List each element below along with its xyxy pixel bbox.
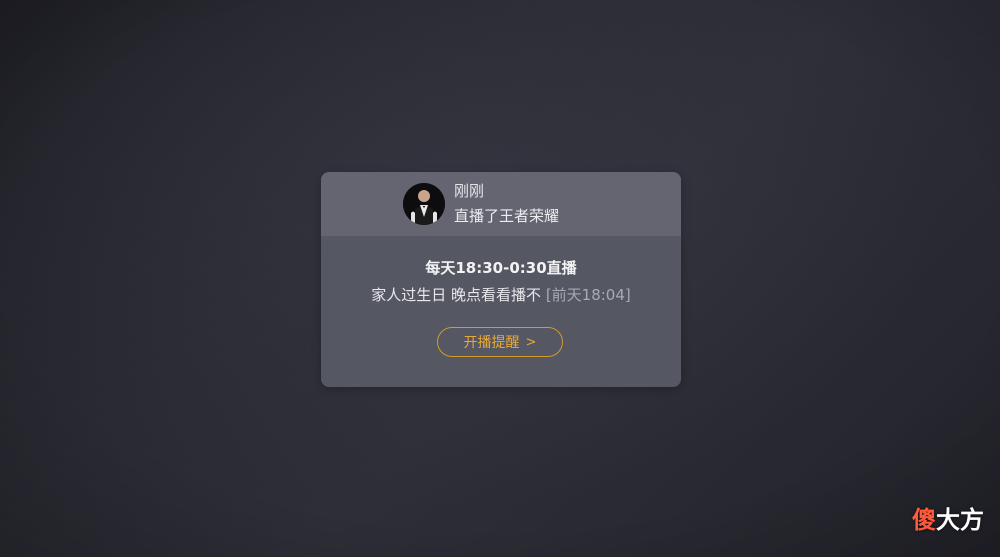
streamer-avatar[interactable] [403, 183, 445, 225]
avatar-portrait-icon [403, 183, 445, 225]
stream-activity: 直播了王者荣耀 [454, 207, 560, 225]
streamer-message-line: 家人过生日 晚点看看播不 [前天18:04] [321, 284, 681, 305]
chevron-right-icon: > [525, 334, 537, 350]
live-reminder-label: 开播提醒 [463, 335, 520, 351]
stream-schedule: 每天18:30-0:30直播 [425, 259, 577, 277]
watermark-logo: 傻大方 [912, 500, 984, 535]
notification-header: 刚刚 直播了王者荣耀 [321, 172, 681, 236]
watermark-rest: 大方 [936, 506, 984, 534]
watermark-first-char: 傻 [912, 506, 936, 534]
live-notification-card: 刚刚 直播了王者荣耀 每天18:30-0:30直播 家人过生日 晚点看看播不 [… [321, 172, 681, 387]
live-reminder-button[interactable]: 开播提醒 > [437, 327, 563, 357]
message-timestamp: [前天18:04] [545, 286, 631, 304]
streamer-name[interactable]: 刚刚 [454, 180, 484, 201]
streamer-message: 家人过生日 晚点看看播不 [371, 286, 542, 304]
